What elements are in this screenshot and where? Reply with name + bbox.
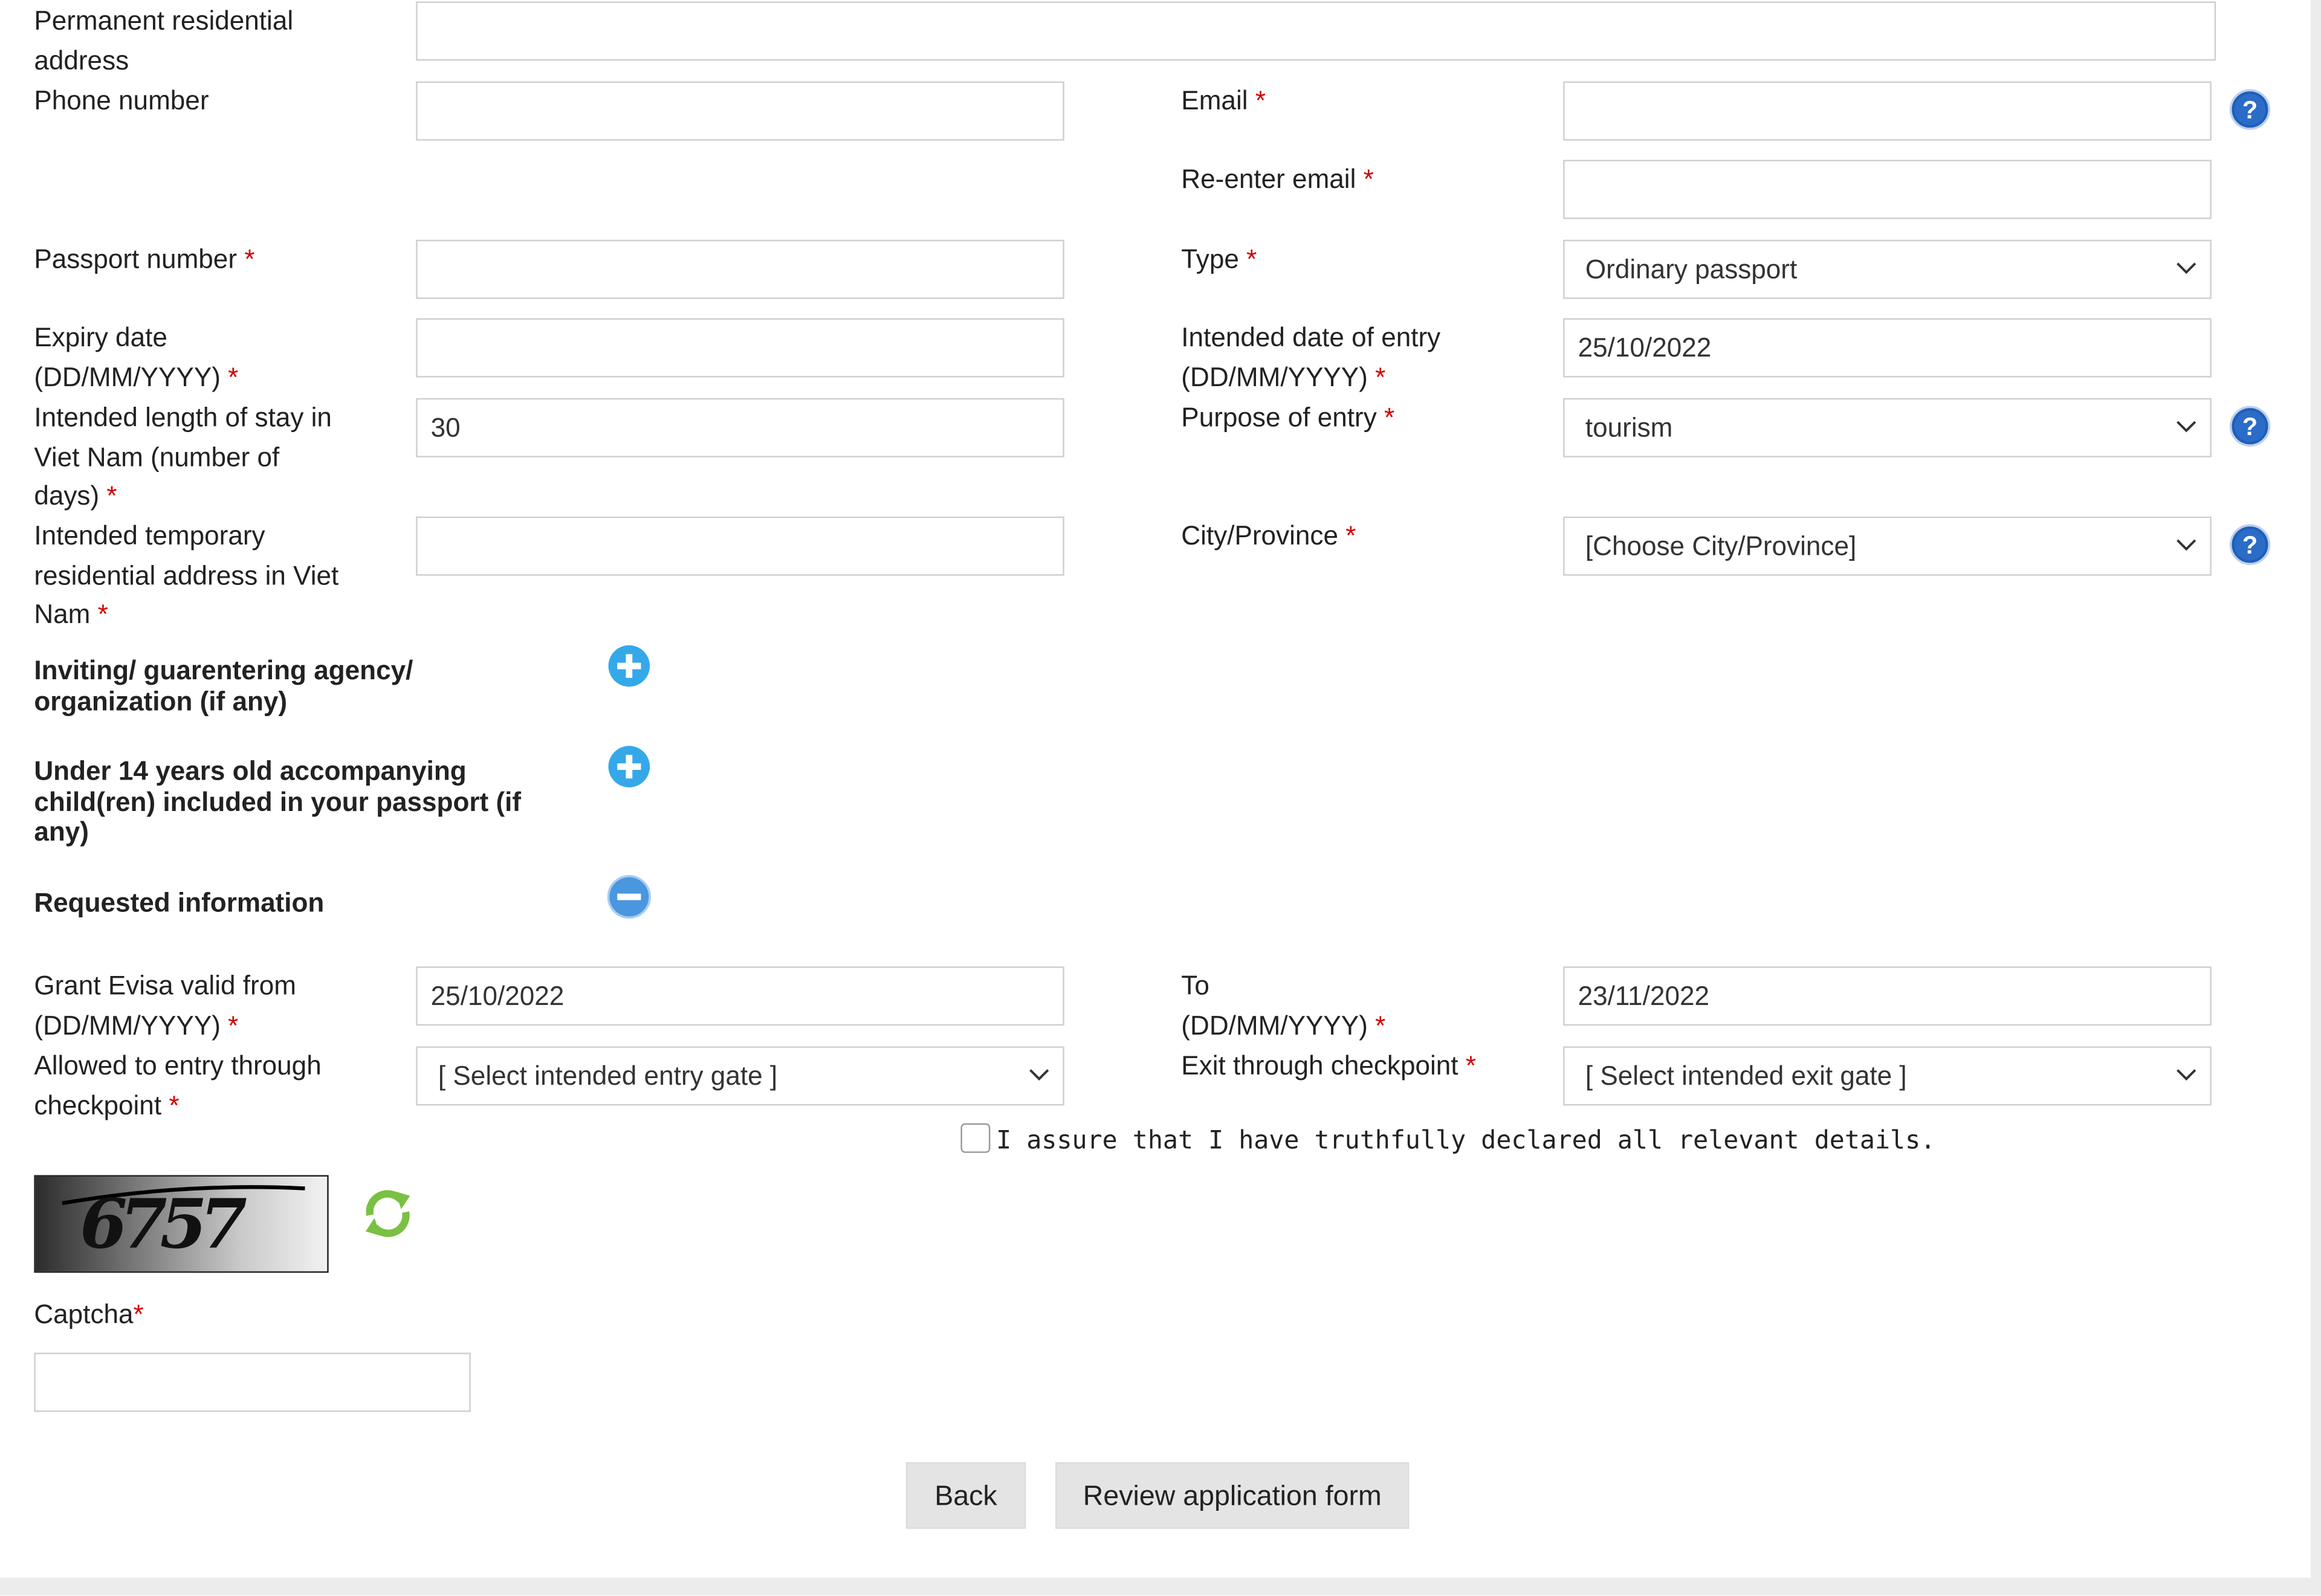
page-footer-strip — [0, 1577, 2321, 1596]
valid-from-input[interactable]: 25/10/2022 — [416, 966, 1064, 1026]
temp-address-label: Intended temporary residential address i… — [34, 521, 339, 630]
question-circle-icon[interactable]: ? — [2229, 405, 2271, 447]
email-label: Email * — [1181, 86, 1266, 116]
expiry-date-label: Expiry date (DD/MM/YYYY) * — [34, 322, 239, 392]
required-marker: * — [1375, 362, 1386, 392]
entry-gate-select[interactable]: [ Select intended entry gate ] — [416, 1046, 1064, 1106]
reenter-email-input[interactable] — [1563, 160, 2212, 219]
reenter-email-label: Re-enter email * — [1181, 164, 1374, 194]
question-circle-icon[interactable]: ? — [2229, 89, 2271, 131]
chevron-down-icon — [2177, 539, 2196, 551]
purpose-label: Purpose of entry * — [1181, 402, 1395, 433]
passport-type-value: Ordinary passport — [1585, 254, 1798, 285]
declaration-text: I assure that I have truthfully declared… — [996, 1126, 1936, 1156]
passport-number-label: Passport number * — [34, 244, 255, 274]
required-marker: * — [228, 1010, 239, 1040]
required-marker: * — [244, 244, 255, 274]
refresh-icon[interactable] — [358, 1184, 418, 1243]
svg-text:?: ? — [2242, 95, 2258, 124]
svg-text:?: ? — [2242, 531, 2258, 559]
entry-gate-label: Allowed to entry through checkpoint * — [34, 1050, 322, 1120]
children-heading: Under 14 years old accompanying child(re… — [34, 756, 522, 847]
length-of-stay-input[interactable]: 30 — [416, 398, 1064, 457]
required-marker: * — [1375, 1010, 1386, 1040]
passport-type-select[interactable]: Ordinary passport — [1563, 239, 2212, 299]
required-marker: * — [1345, 521, 1356, 551]
city-value: [Choose City/Province] — [1585, 531, 1857, 561]
permanent-address-label: Permanent residential address — [34, 5, 294, 75]
temp-address-input[interactable] — [416, 516, 1064, 576]
valid-to-input[interactable]: 23/11/2022 — [1563, 966, 2212, 1026]
city-select[interactable]: [Choose City/Province] — [1563, 516, 2212, 576]
required-marker: * — [228, 362, 239, 392]
entry-date-input[interactable]: 25/10/2022 — [1563, 318, 2212, 378]
required-marker: * — [1363, 164, 1374, 194]
purpose-select[interactable]: tourism — [1563, 398, 2212, 457]
required-marker: * — [1255, 86, 1266, 116]
city-label: City/Province * — [1181, 521, 1356, 551]
review-application-button[interactable]: Review application form — [1055, 1462, 1410, 1529]
svg-text:?: ? — [2242, 412, 2258, 441]
captcha-label: Captcha* — [34, 1299, 144, 1329]
length-of-stay-label: Intended length of stay in Viet Nam (num… — [34, 402, 332, 511]
chevron-down-icon — [2177, 421, 2196, 433]
chevron-down-icon — [1029, 1069, 1049, 1081]
visa-application-form: Permanent residential address Phone numb… — [0, 0, 2321, 1596]
back-button[interactable]: Back — [905, 1462, 1026, 1529]
captcha-input[interactable] — [34, 1352, 471, 1412]
required-marker: * — [1465, 1050, 1477, 1081]
chevron-down-icon — [2177, 262, 2196, 274]
valid-to-label: To (DD/MM/YYYY) * — [1181, 971, 1386, 1040]
page-edge — [2310, 0, 2321, 1578]
exit-gate-value: [ Select intended exit gate ] — [1585, 1061, 1907, 1091]
declaration-checkbox[interactable] — [960, 1123, 991, 1153]
purpose-value: tourism — [1585, 413, 1673, 443]
required-marker: * — [106, 481, 117, 511]
exit-gate-select[interactable]: [ Select intended exit gate ] — [1563, 1046, 2212, 1106]
question-circle-icon[interactable]: ? — [2229, 524, 2271, 566]
entry-gate-value: [ Select intended entry gate ] — [438, 1061, 778, 1091]
valid-from-label: Grant Evisa valid from (DD/MM/YYYY) * — [34, 971, 296, 1040]
requested-information-heading: Requested information — [34, 888, 325, 918]
permanent-address-input[interactable] — [416, 1, 2216, 61]
passport-number-input[interactable] — [416, 239, 1064, 299]
passport-type-label: Type * — [1181, 244, 1257, 274]
phone-input[interactable] — [416, 81, 1064, 141]
chevron-down-icon — [2177, 1069, 2196, 1081]
required-marker: * — [1246, 244, 1257, 274]
plus-circle-icon[interactable] — [607, 644, 651, 688]
captcha-text: 6757 — [80, 1184, 247, 1264]
phone-label: Phone number — [34, 86, 209, 116]
plus-circle-icon[interactable] — [607, 745, 651, 789]
captcha-image: 6757 — [34, 1175, 329, 1273]
expiry-date-input[interactable] — [416, 318, 1064, 378]
required-marker: * — [169, 1090, 180, 1120]
exit-gate-label: Exit through checkpoint * — [1181, 1050, 1477, 1081]
required-marker: * — [133, 1299, 144, 1329]
minus-circle-icon[interactable] — [607, 874, 651, 919]
email-input[interactable] — [1563, 81, 2212, 141]
inviting-agency-heading: Inviting/ guarentering agency/ organizat… — [34, 655, 413, 716]
required-marker: * — [1384, 402, 1395, 433]
entry-date-label: Intended date of entry (DD/MM/YYYY) * — [1181, 322, 1441, 392]
required-marker: * — [97, 599, 108, 630]
